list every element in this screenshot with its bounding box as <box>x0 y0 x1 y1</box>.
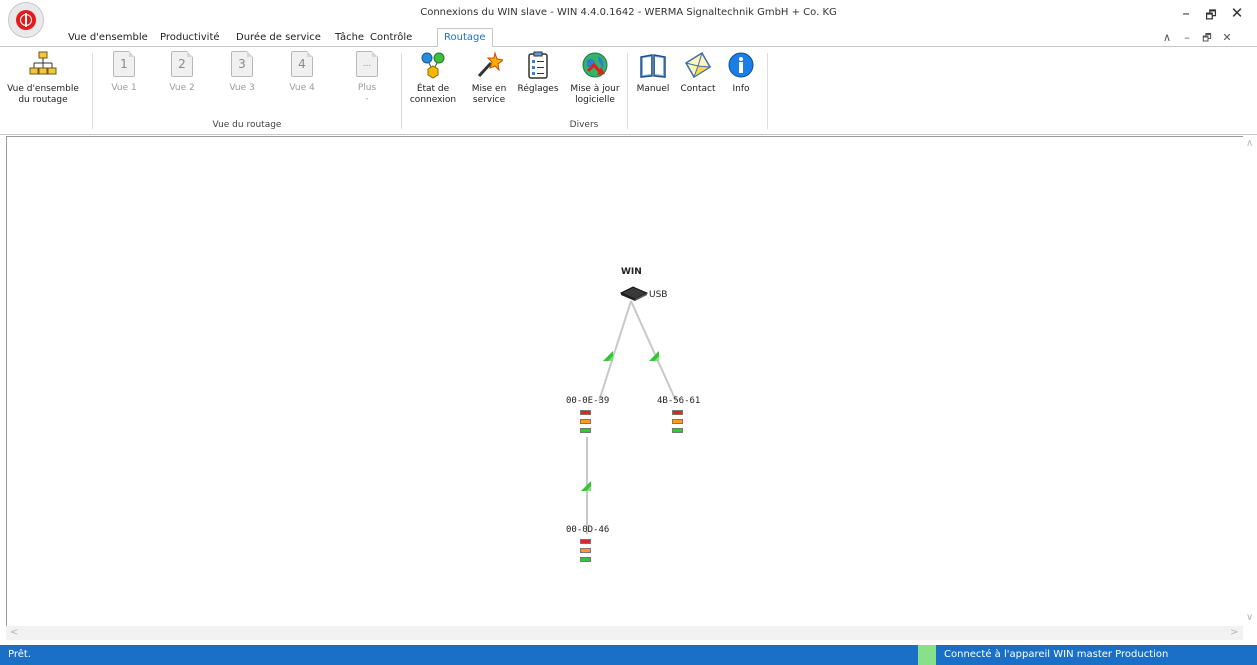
connection-indicator <box>918 645 936 665</box>
signal-strength-icon <box>603 351 613 364</box>
book-icon <box>639 51 667 79</box>
contact-label: Contact <box>680 84 716 94</box>
tab-routing[interactable]: Routage <box>437 28 493 48</box>
info-label: Info <box>732 84 750 94</box>
group-label-misc: Divers <box>569 120 599 130</box>
status-text: Prêt. <box>8 649 31 660</box>
green-lamp <box>672 428 683 433</box>
contact-button[interactable]: Contact <box>678 51 718 95</box>
connection-status-text: Connecté à l'appareil WIN master Product… <box>944 649 1169 660</box>
status-bar: Prêt. Connecté à l'appareil WIN master P… <box>0 645 1257 665</box>
routing-lines <box>586 300 677 534</box>
more-views-icon: ... <box>356 51 378 77</box>
minimize-button[interactable]: – <box>1177 4 1195 22</box>
mdi-close-button[interactable]: ✕ <box>1220 31 1234 44</box>
manual-label: Manuel <box>636 84 670 94</box>
magic-wand-icon <box>475 51 505 79</box>
scroll-up-icon[interactable]: ∧ <box>1246 138 1253 149</box>
separator <box>92 53 93 129</box>
info-button[interactable]: Info <box>722 51 760 95</box>
globe-update-icon <box>581 51 609 79</box>
window-title: Connexions du WIN slave - WIN 4.4.0.1642… <box>420 7 837 18</box>
red-lamp <box>580 539 591 544</box>
mdi-minimize-button[interactable]: – <box>1180 31 1194 44</box>
separator <box>401 53 402 129</box>
view-3-button[interactable]: 3 Vue 3 <box>222 51 262 94</box>
routing-overview-button[interactable]: Vue d'ensemble du routage <box>2 51 84 106</box>
amber-lamp <box>672 419 683 424</box>
mdi-restore-button[interactable]: 🗗 <box>1200 31 1214 48</box>
settings-label: Réglages <box>517 84 559 94</box>
node-name[interactable]: 00-0D-46 <box>566 525 609 535</box>
restore-button[interactable]: 🗗 <box>1202 6 1220 27</box>
network-tree-icon <box>29 51 57 79</box>
settings-button[interactable]: Réglages <box>516 51 560 95</box>
view-1-icon: 1 <box>113 51 135 77</box>
connection-state-button[interactable]: État de connexion <box>407 51 459 106</box>
root-interface-label: USB <box>649 290 668 300</box>
software-update-label: Mise à jour logicielle <box>570 84 620 105</box>
routing-overview-label: Vue d'ensemble du routage <box>7 84 79 105</box>
tab-control[interactable]: Contrôle <box>364 30 418 46</box>
title-bar: Connexions du WIN slave - WIN 4.4.0.1642… <box>0 0 1257 30</box>
collapse-ribbon-icon[interactable]: ∧ <box>1160 31 1174 44</box>
ribbon: Vue d'ensemble du routage 1 Vue 1 2 Vue … <box>0 47 1257 135</box>
signal-strength-icon <box>649 351 659 364</box>
tab-productivity[interactable]: Productivité <box>154 30 226 46</box>
manual-button[interactable]: Manuel <box>633 51 673 95</box>
close-button[interactable]: ✕ <box>1228 4 1246 22</box>
red-lamp <box>672 410 683 415</box>
view-2-label: Vue 2 <box>169 83 195 93</box>
node-name[interactable]: 00-0E-39 <box>566 396 609 406</box>
node-name[interactable]: 4B-56-61 <box>657 396 700 406</box>
view-1-label: Vue 1 <box>111 83 137 93</box>
envelope-icon <box>684 51 712 79</box>
view-4-label: Vue 4 <box>289 83 315 93</box>
scroll-left-icon[interactable]: < <box>10 627 18 638</box>
scroll-down-icon[interactable]: ∨ <box>1246 612 1253 623</box>
green-lamp <box>580 428 591 433</box>
commissioning-label: Mise en service <box>471 84 507 105</box>
separator <box>627 53 628 129</box>
root-device-name: WIN <box>621 267 642 277</box>
tab-overview[interactable]: Vue d'ensemble <box>62 30 154 46</box>
info-icon <box>727 51 755 79</box>
view-3-label: Vue 3 <box>229 83 255 93</box>
view-4-icon: 4 <box>291 51 313 77</box>
horizontal-scrollbar[interactable]: < > <box>6 626 1243 640</box>
red-lamp <box>580 410 591 415</box>
app-logo-icon[interactable] <box>8 2 44 38</box>
tab-service-life[interactable]: Durée de service <box>230 30 327 46</box>
more-views-dropdown-icon: - <box>365 94 369 104</box>
green-lamp <box>580 557 591 562</box>
software-update-button[interactable]: Mise à jour logicielle <box>566 51 624 106</box>
group-label-routing-view: Vue du routage <box>212 120 282 130</box>
view-2-icon: 2 <box>171 51 193 77</box>
signal-strength-icon <box>581 481 591 494</box>
amber-lamp <box>580 548 591 553</box>
amber-lamp <box>580 419 591 424</box>
view-3-icon: 3 <box>231 51 253 77</box>
view-1-button[interactable]: 1 Vue 1 <box>104 51 144 94</box>
more-views-label: Plus <box>357 83 377 93</box>
commissioning-button[interactable]: Mise en service <box>467 51 511 106</box>
clipboard-checklist-icon <box>524 51 552 79</box>
view-4-button[interactable]: 4 Vue 4 <box>282 51 322 94</box>
more-views-button[interactable]: ... Plus - <box>347 51 387 105</box>
usb-stick-icon[interactable] <box>619 285 649 304</box>
view-2-button[interactable]: 2 Vue 2 <box>162 51 202 94</box>
routing-canvas[interactable]: WIN USB 00-0E-39 4B-56-61 00-0D-46 <box>6 136 1243 627</box>
separator <box>767 53 768 129</box>
scroll-right-icon[interactable]: > <box>1230 627 1238 638</box>
connection-state-icon <box>419 51 447 79</box>
ribbon-tabs: Vue d'ensemble Productivité Durée de ser… <box>0 28 1257 48</box>
connection-state-label: État de connexion <box>409 84 457 105</box>
vertical-scrollbar[interactable]: ∧ ∨ <box>1243 136 1257 626</box>
